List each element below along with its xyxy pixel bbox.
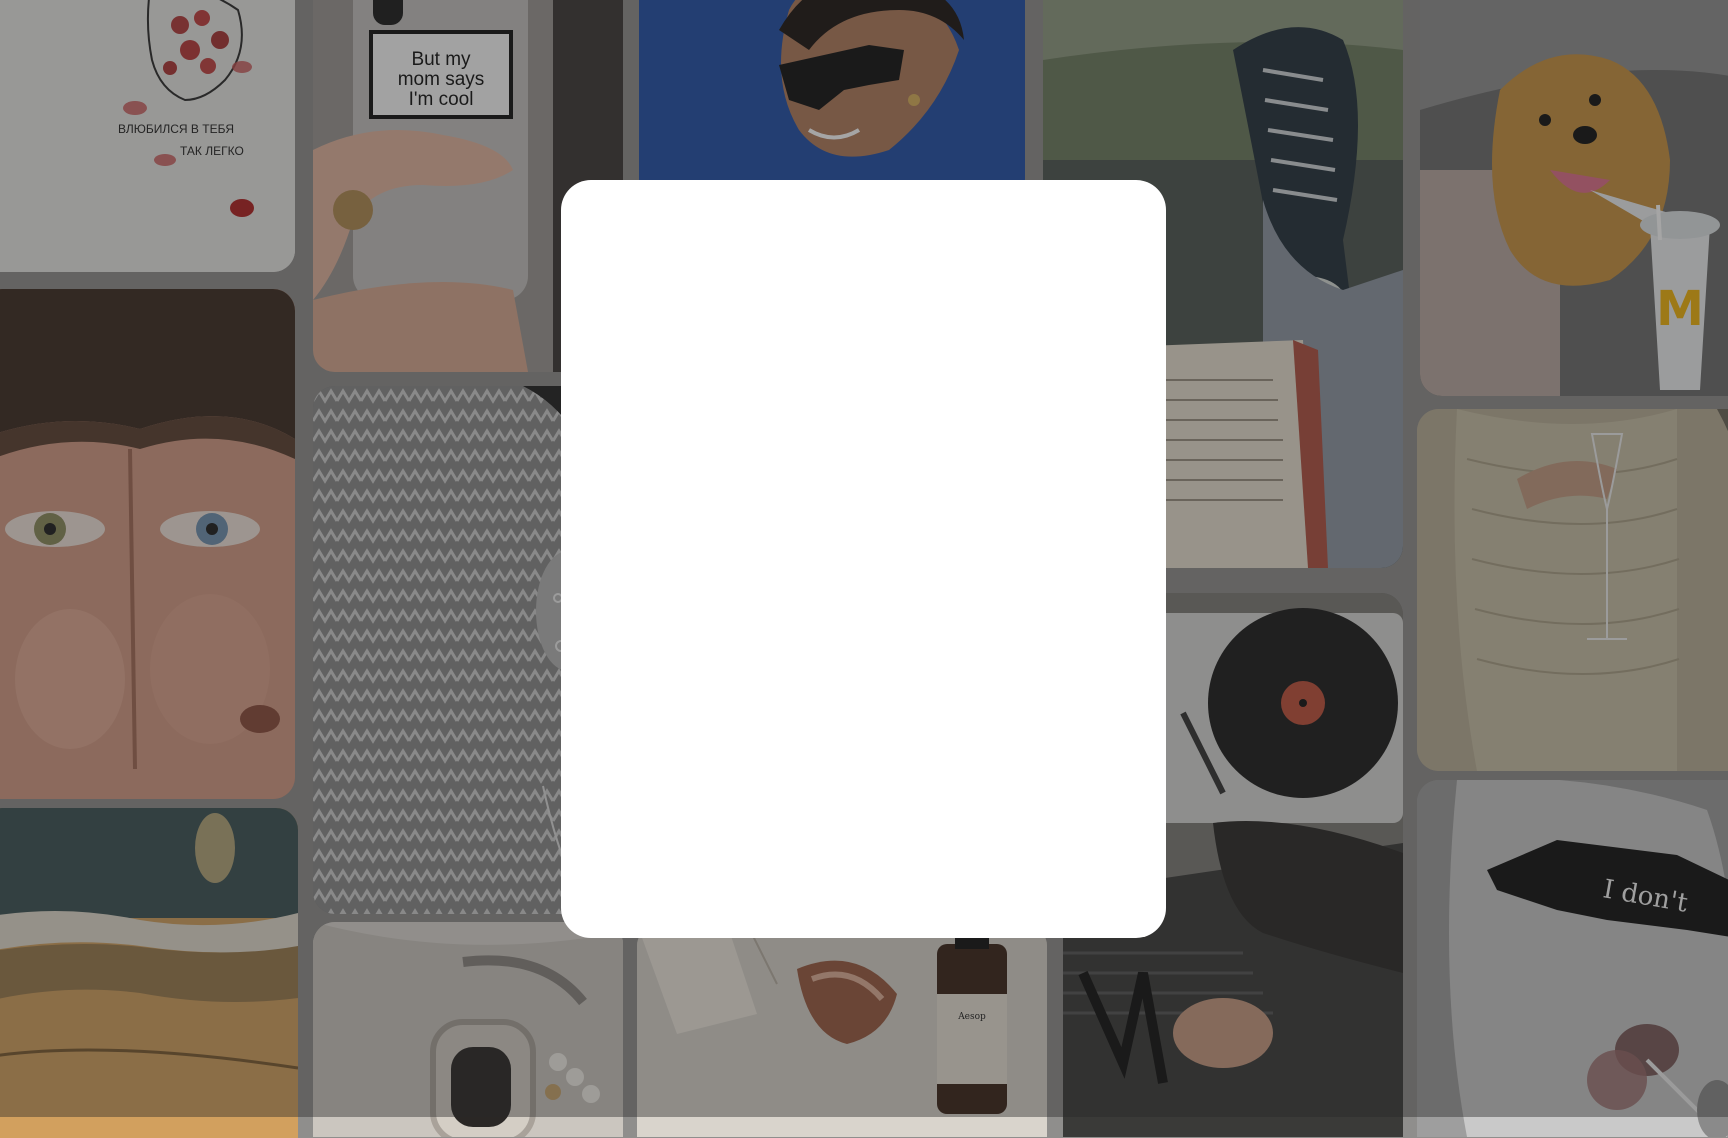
blank-modal-dialog[interactable]	[561, 180, 1166, 938]
